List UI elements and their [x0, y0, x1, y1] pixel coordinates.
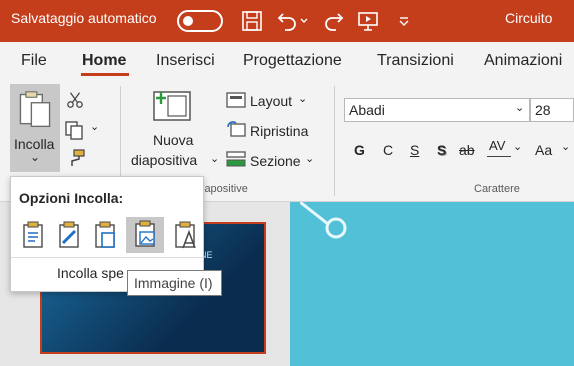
tab-file[interactable]: File — [21, 52, 47, 70]
tooltip-text: Immagine (I) — [134, 275, 213, 291]
font-group-label: Carattere — [474, 183, 520, 195]
paste-picture-button[interactable] — [126, 217, 164, 253]
undo-icon[interactable] — [275, 9, 299, 33]
customize-toolbar-icon[interactable] — [396, 9, 412, 33]
slide-canvas[interactable] — [290, 202, 574, 366]
tab-insert[interactable]: Inserisci — [156, 52, 215, 70]
paste-picture-icon — [135, 220, 155, 247]
tab-animations[interactable]: Animazioni — [484, 52, 562, 70]
section-dropdown-icon[interactable]: ⌄ — [305, 152, 314, 165]
bold-button[interactable]: G — [354, 142, 365, 158]
character-spacing-button[interactable]: AV — [489, 138, 505, 153]
slides-group-label: iapositive — [202, 183, 248, 195]
copy-icon[interactable] — [64, 120, 84, 140]
paste-special-item[interactable]: Incolla spe — [57, 265, 124, 281]
active-tab-indicator — [81, 73, 129, 76]
underline-button[interactable]: S — [410, 142, 419, 158]
copy-dropdown-icon[interactable]: ⌄ — [90, 120, 99, 133]
present-icon[interactable] — [356, 9, 380, 33]
spacing-dropdown-icon[interactable]: ⌄ — [513, 140, 522, 153]
section-icon[interactable] — [226, 151, 246, 167]
layout-button[interactable]: Layout — [250, 93, 292, 109]
font-name-value: Abadi — [349, 102, 385, 118]
paste-icon — [19, 91, 51, 128]
reset-icon[interactable] — [226, 121, 246, 137]
new-slide-label-2[interactable]: diapositiva — [131, 152, 197, 168]
cut-icon[interactable] — [66, 90, 84, 110]
tooltip: Immagine (I) — [127, 270, 222, 296]
tab-transitions[interactable]: Transizioni — [377, 52, 454, 70]
layout-dropdown-icon[interactable]: ⌄ — [298, 92, 307, 105]
chevron-down-icon: ⌄ — [515, 102, 525, 114]
tab-design[interactable]: Progettazione — [243, 52, 342, 70]
font-size-value: 28 — [535, 102, 551, 118]
title-bar: Salvataggio automatico Circuito — [0, 0, 574, 42]
spacing-arrow-icon — [487, 156, 511, 157]
tab-home[interactable]: Home — [82, 52, 126, 70]
paste-dropdown-icon: ⌄ — [30, 150, 41, 164]
document-name: Circuito — [505, 10, 553, 26]
paste-options-title: Opzioni Incolla: — [19, 190, 124, 206]
italic-button[interactable]: C — [383, 142, 393, 158]
autosave-toggle[interactable] — [177, 10, 223, 32]
layout-icon[interactable] — [226, 92, 246, 108]
new-slide-dropdown-icon[interactable]: ⌄ — [210, 152, 219, 165]
case-dropdown-icon[interactable]: ⌄ — [561, 140, 570, 153]
redo-icon[interactable] — [322, 9, 346, 33]
font-size-select[interactable]: 28 — [530, 98, 574, 122]
new-slide-icon[interactable] — [152, 88, 192, 124]
autosave-label: Salvataggio automatico — [11, 10, 157, 26]
change-case-button[interactable]: Aa — [535, 142, 552, 158]
font-name-select[interactable]: Abadi ⌄ — [344, 98, 530, 122]
reset-button[interactable]: Ripristina — [250, 123, 308, 139]
format-painter-icon[interactable] — [66, 148, 86, 168]
undo-dropdown-icon[interactable] — [298, 9, 310, 33]
paste-embedded-icon[interactable] — [91, 221, 119, 251]
new-slide-label-1[interactable]: Nuova — [153, 132, 193, 148]
paste-use-destination-theme-icon[interactable] — [19, 221, 47, 251]
section-button[interactable]: Sezione — [250, 153, 301, 169]
group-divider — [334, 86, 335, 196]
strikethrough-button[interactable]: ab — [459, 142, 475, 158]
popup-divider — [11, 257, 203, 258]
paste-text-only-icon[interactable] — [171, 221, 199, 251]
save-icon[interactable] — [240, 9, 264, 33]
circuit-node-icon — [300, 202, 347, 239]
paste-keep-source-formatting-icon[interactable] — [55, 221, 83, 251]
shadow-button[interactable]: S — [437, 142, 446, 158]
paste-button[interactable]: Incolla ⌄ — [10, 84, 60, 172]
toggle-knob — [183, 16, 193, 26]
